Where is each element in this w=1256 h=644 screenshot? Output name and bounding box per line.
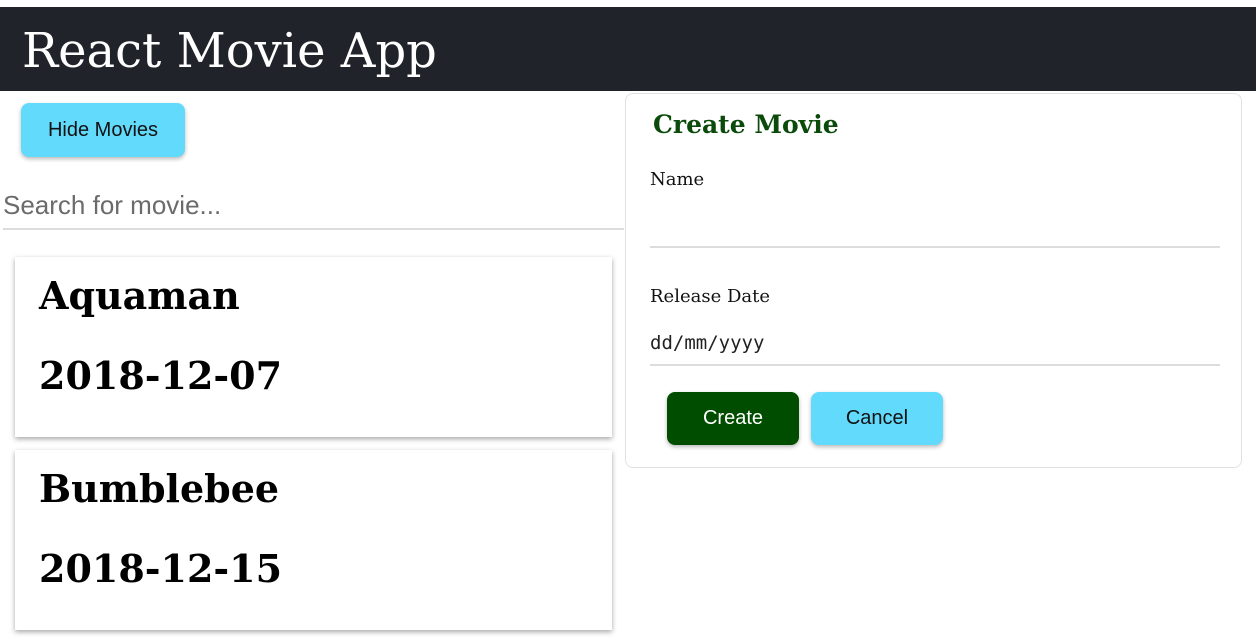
form-title: Create Movie — [653, 110, 839, 139]
search-input[interactable] — [3, 182, 624, 230]
release-date-field[interactable] — [650, 322, 1220, 366]
hide-movies-button[interactable]: Hide Movies — [21, 103, 185, 157]
movie-release-date: 2018-12-07 — [39, 353, 283, 398]
release-date-label: Release Date — [650, 286, 771, 307]
movie-title: Bumblebee — [39, 466, 280, 511]
movie-release-date: 2018-12-15 — [39, 546, 283, 591]
movie-card: Aquaman 2018-12-07 — [15, 257, 612, 437]
movie-card: Bumblebee 2018-12-15 — [15, 450, 612, 630]
create-movie-form: Create Movie Name Release Date Create Ca… — [625, 93, 1242, 468]
name-field[interactable] — [650, 204, 1220, 248]
movie-title: Aquaman — [39, 273, 240, 318]
cancel-button[interactable]: Cancel — [811, 392, 943, 445]
create-button[interactable]: Create — [667, 392, 799, 445]
name-label: Name — [650, 169, 705, 190]
app-title: React Movie App — [22, 23, 437, 79]
app-header: React Movie App — [0, 7, 1256, 91]
